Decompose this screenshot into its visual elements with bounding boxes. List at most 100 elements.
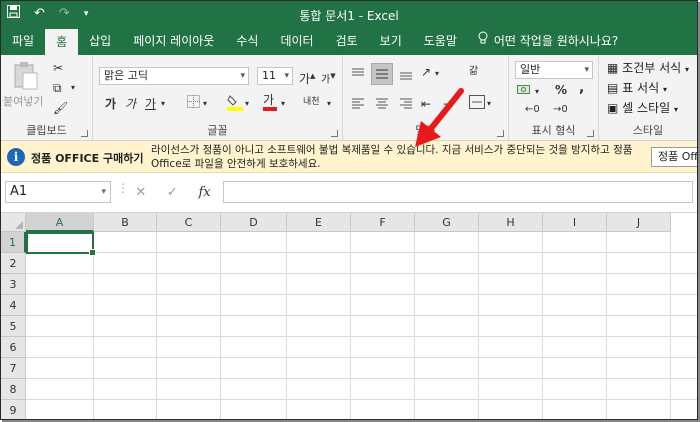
font-color-dropdown-icon[interactable]: ▾ bbox=[281, 97, 285, 111]
underline-dropdown-icon[interactable]: ▾ bbox=[161, 97, 165, 111]
window-title: 통합 문서1 - Excel bbox=[299, 9, 399, 23]
ribbon-tabs: 파일 홈 삽입 페이지 레이아웃 수식 데이터 검토 보기 도움말 어떤 작업을… bbox=[1, 27, 697, 55]
row-header-1[interactable]: 1 bbox=[1, 232, 26, 253]
copy-icon[interactable]: ⧉ bbox=[53, 81, 62, 95]
grid-vline bbox=[286, 232, 287, 419]
number-launcher-icon[interactable] bbox=[587, 130, 594, 137]
fill-color-icon[interactable] bbox=[227, 93, 243, 114]
paste-icon[interactable] bbox=[13, 61, 39, 94]
chevron-down-icon: ▾ bbox=[662, 85, 667, 94]
insert-function-icon[interactable]: fx bbox=[198, 185, 210, 200]
font-size-select[interactable]: 11 ▾ bbox=[257, 67, 293, 85]
chevron-down-icon: ▾ bbox=[673, 105, 678, 114]
phonetic-icon[interactable]: 내천 bbox=[303, 95, 320, 109]
column-header-f[interactable]: F bbox=[351, 213, 415, 232]
fill-color-dropdown-icon[interactable]: ▾ bbox=[245, 97, 249, 111]
enter-icon[interactable]: ✓ bbox=[167, 185, 178, 200]
merge-dropdown-icon[interactable]: ▾ bbox=[487, 97, 491, 111]
clipboard-launcher-icon[interactable] bbox=[81, 130, 88, 137]
wrap-text-icon[interactable]: 갊 bbox=[469, 65, 478, 79]
group-number: 일반 ▾ ▾ % , ←0 →0 표시 형식 bbox=[509, 55, 599, 141]
grid-vline bbox=[220, 232, 221, 419]
grid-hline bbox=[26, 357, 697, 358]
row-header-6[interactable]: 6 bbox=[1, 337, 26, 358]
row-header-8[interactable]: 8 bbox=[1, 379, 26, 400]
conditional-formatting-button[interactable]: ▦ 조건부 서식 ▾ bbox=[607, 59, 689, 79]
align-center-icon[interactable] bbox=[375, 97, 389, 114]
comma-style-button[interactable]: , bbox=[579, 81, 584, 95]
column-header-i[interactable]: I bbox=[543, 213, 607, 232]
decrease-font-icon[interactable]: 가▼ bbox=[321, 69, 336, 87]
select-all-button[interactable] bbox=[1, 213, 26, 232]
genuine-office-button[interactable]: 정품 Office bbox=[651, 147, 697, 167]
orientation-icon[interactable]: ↗ bbox=[421, 65, 431, 79]
excel-window: ↶ ↷ ▾ 통합 문서1 - Excel 파일 홈 삽입 페이지 레이아웃 수식… bbox=[0, 0, 698, 420]
middle-align-icon[interactable] bbox=[371, 63, 393, 85]
row-header-3[interactable]: 3 bbox=[1, 274, 26, 295]
paste-button-label[interactable]: 붙여넣기 bbox=[3, 93, 43, 111]
align-left-icon[interactable] bbox=[351, 97, 365, 114]
group-label-clipboard: 클립보드 bbox=[26, 124, 67, 137]
column-header-h[interactable]: H bbox=[479, 213, 543, 232]
bottom-align-icon[interactable] bbox=[399, 67, 413, 84]
row-header-5[interactable]: 5 bbox=[1, 316, 26, 337]
top-align-icon[interactable] bbox=[351, 67, 365, 84]
underline-button[interactable]: 가 bbox=[145, 97, 156, 111]
column-header-d[interactable]: D bbox=[221, 213, 287, 232]
cut-icon[interactable]: ✂ bbox=[53, 61, 63, 75]
row-header-9[interactable]: 9 bbox=[1, 400, 26, 419]
column-header-e[interactable]: E bbox=[287, 213, 351, 232]
percent-style-button[interactable]: % bbox=[555, 83, 567, 97]
column-header-a[interactable]: A bbox=[26, 213, 94, 232]
cell-styles-button[interactable]: ▣ 셀 스타일 ▾ bbox=[607, 99, 678, 119]
increase-decimal-icon[interactable]: ←0 bbox=[525, 103, 540, 117]
chevron-down-icon: ▾ bbox=[284, 71, 289, 81]
column-header-j[interactable]: J bbox=[607, 213, 671, 232]
tab-review[interactable]: 검토 bbox=[325, 27, 369, 55]
row-header-4[interactable]: 4 bbox=[1, 295, 26, 316]
tell-me-search[interactable]: 어떤 작업을 원하시나요? bbox=[468, 27, 618, 55]
tab-file[interactable]: 파일 bbox=[1, 27, 45, 55]
phonetic-dropdown-icon[interactable]: ▾ bbox=[327, 97, 331, 111]
copy-dropdown-icon[interactable]: ▾ bbox=[71, 81, 75, 95]
tab-page-layout[interactable]: 페이지 레이아웃 bbox=[122, 27, 225, 55]
tab-help[interactable]: 도움말 bbox=[413, 27, 468, 55]
tab-home[interactable]: 홈 bbox=[45, 29, 79, 55]
number-format-select[interactable]: 일반 ▾ bbox=[515, 61, 593, 79]
grid-hline bbox=[26, 399, 697, 400]
column-header-g[interactable]: G bbox=[415, 213, 479, 232]
format-painter-icon[interactable]: 🖌 bbox=[53, 101, 68, 115]
active-cell-a1[interactable] bbox=[26, 232, 96, 256]
tab-view[interactable]: 보기 bbox=[369, 27, 413, 55]
column-header-c[interactable]: C bbox=[157, 213, 221, 232]
formula-input[interactable] bbox=[223, 181, 693, 203]
group-clipboard: 붙여넣기 ✂ ⧉ ▾ 🖌 클립보드 bbox=[1, 55, 93, 141]
borders-icon[interactable] bbox=[187, 95, 200, 111]
format-as-table-button[interactable]: ▤ 표 서식 ▾ bbox=[607, 79, 667, 99]
tab-insert[interactable]: 삽입 bbox=[78, 27, 122, 55]
font-launcher-icon[interactable] bbox=[331, 130, 338, 137]
name-box[interactable]: A1 ▾ bbox=[5, 181, 111, 203]
column-header-b[interactable]: B bbox=[94, 213, 157, 232]
increase-font-icon[interactable]: 가▲ bbox=[299, 69, 315, 86]
tab-data[interactable]: 데이터 bbox=[269, 27, 324, 55]
italic-button[interactable]: 가 bbox=[125, 97, 136, 111]
row-header-2[interactable]: 2 bbox=[1, 253, 26, 274]
row-header-7[interactable]: 7 bbox=[1, 358, 26, 379]
bold-button[interactable]: 가 bbox=[105, 97, 116, 111]
font-name-select[interactable]: 맑은 고딕 ▾ bbox=[99, 67, 249, 85]
worksheet-grid[interactable]: ABCDEFGHIJ 123456789 bbox=[1, 213, 697, 419]
tab-formulas[interactable]: 수식 bbox=[225, 27, 269, 55]
accounting-dropdown-icon[interactable]: ▾ bbox=[535, 85, 539, 99]
borders-dropdown-icon[interactable]: ▾ bbox=[203, 97, 207, 111]
accounting-format-icon[interactable] bbox=[517, 83, 533, 99]
cancel-icon[interactable]: ✕ bbox=[135, 185, 146, 200]
alignment-launcher-icon[interactable] bbox=[497, 130, 504, 137]
orientation-dropdown-icon[interactable]: ▾ bbox=[435, 67, 439, 81]
message-text: 라이선스가 정품이 아니고 소프트웨어 불법 복제품일 수 있습니다. 지금 서… bbox=[151, 144, 633, 170]
group-label-styles: 스타일 bbox=[632, 124, 664, 137]
grid-vline bbox=[542, 232, 543, 419]
decrease-decimal-icon[interactable]: →0 bbox=[553, 103, 568, 117]
font-color-icon[interactable]: 가 bbox=[263, 93, 277, 111]
ribbon-home: 붙여넣기 ✂ ⧉ ▾ 🖌 클립보드 맑은 고딕 ▾ 11 ▾ 가▲ 가▼ 가 가… bbox=[1, 55, 697, 141]
